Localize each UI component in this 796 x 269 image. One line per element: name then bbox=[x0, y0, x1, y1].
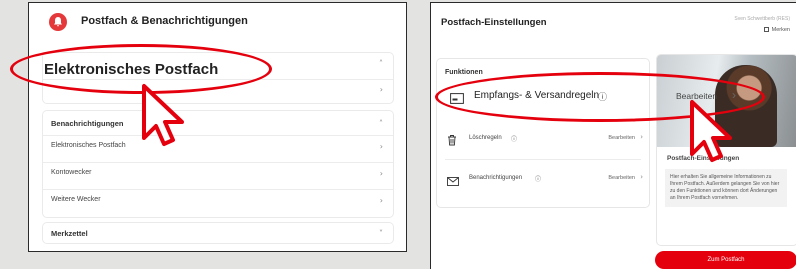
zum-postfach-button[interactable]: Zum Postfach bbox=[655, 251, 796, 269]
delete-rules-row[interactable]: Löschregeln ⓘ Bearbeiten › bbox=[437, 123, 649, 163]
bell-icon bbox=[49, 13, 67, 31]
cursor-icon bbox=[142, 84, 184, 146]
merkzettel-card[interactable]: Merkzettel ˅ bbox=[43, 223, 393, 243]
notifications-row[interactable]: Benachrichtigungen ⓘ Bearbeiten › bbox=[437, 163, 649, 203]
list-item[interactable]: Weitere Wecker › bbox=[43, 189, 393, 211]
list-item-label: Weitere Wecker bbox=[51, 196, 101, 203]
info-card-text: Hier erhalten Sie allgemeine Information… bbox=[665, 169, 787, 207]
chevron-right-icon[interactable]: › bbox=[640, 133, 643, 141]
merkzettel-label: Merkzettel bbox=[51, 229, 88, 238]
list-item-label: Elektronisches Postfach bbox=[51, 142, 126, 149]
info-icon[interactable]: ⓘ bbox=[511, 134, 517, 143]
envelope-icon bbox=[447, 173, 459, 191]
divider bbox=[445, 159, 641, 160]
page-title: Postfach-Einstellungen bbox=[441, 17, 547, 28]
chevron-up-icon[interactable]: ˄ bbox=[379, 59, 383, 68]
trash-icon bbox=[447, 133, 457, 151]
notifications-card: Benachrichtigungen ˄ Elektronisches Post… bbox=[43, 111, 393, 217]
delete-rules-edit-link[interactable]: Bearbeiten bbox=[608, 135, 635, 141]
left-screenshot-panel: Postfach & Benachrichtigungen ˄ › Benach… bbox=[28, 2, 407, 252]
left-header: Postfach & Benachrichtigungen bbox=[29, 3, 406, 39]
notifications-heading: Benachrichtigungen bbox=[51, 119, 124, 128]
list-item[interactable]: Elektronisches Postfach › bbox=[43, 135, 393, 157]
user-name: Sven Schwettberb (RES) bbox=[734, 16, 790, 22]
list-item-label: Kontowecker bbox=[51, 169, 92, 176]
chevron-up-icon[interactable]: ˄ bbox=[379, 119, 383, 128]
chevron-down-icon: ˅ bbox=[379, 229, 383, 238]
list-item[interactable]: Kontowecker › bbox=[43, 162, 393, 184]
left-header-title: Postfach & Benachrichtigungen bbox=[81, 15, 248, 27]
checkbox[interactable] bbox=[763, 27, 769, 32]
notifications-label: Benachrichtigungen bbox=[469, 175, 523, 181]
notifications-edit-link[interactable]: Bearbeiten bbox=[608, 175, 635, 181]
chevron-right-icon: › bbox=[379, 142, 383, 151]
info-icon[interactable]: ⓘ bbox=[535, 174, 541, 183]
chevron-right-icon[interactable]: › bbox=[380, 85, 383, 94]
merken-label: Merken bbox=[771, 27, 790, 33]
chevron-right-icon: › bbox=[379, 169, 383, 178]
chevron-right-icon[interactable]: › bbox=[640, 173, 643, 181]
merken-toggle[interactable]: Merken bbox=[763, 27, 790, 33]
delete-rules-label: Löschregeln bbox=[469, 135, 502, 141]
cursor-icon bbox=[690, 100, 732, 162]
chevron-right-icon: › bbox=[379, 196, 383, 205]
